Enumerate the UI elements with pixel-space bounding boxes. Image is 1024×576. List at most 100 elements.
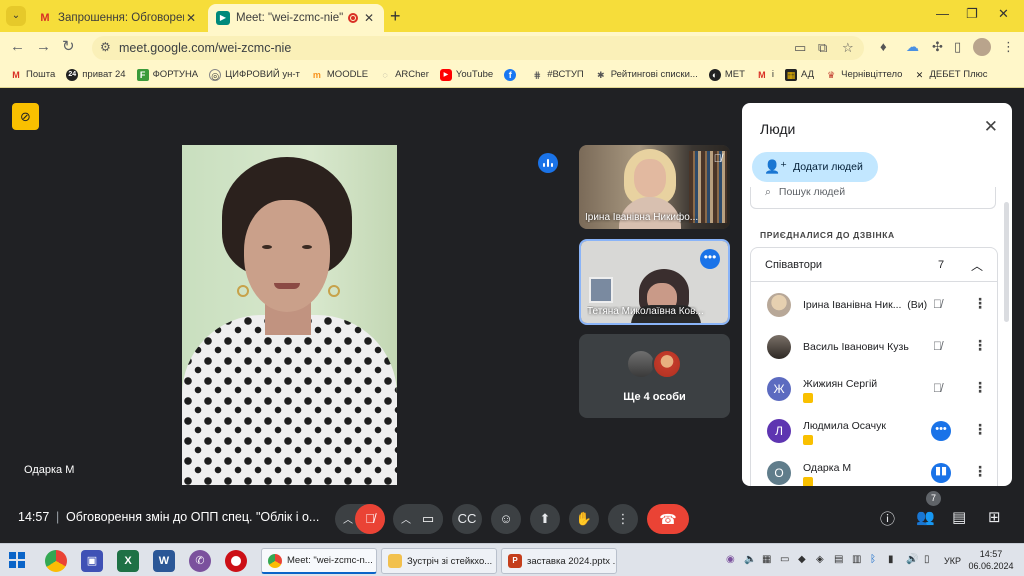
network-tray-icon[interactable]: ▮ [888,554,894,565]
viber-tray-icon[interactable]: ◉ [726,554,735,565]
search-people-input[interactable]: ⌕ Пошук людей [750,187,996,209]
profile-avatar[interactable] [973,38,991,56]
minimize-icon[interactable]: — [936,6,949,21]
people-icon[interactable]: 👥 [916,508,935,526]
mic-off-icon[interactable]: 🎙̸ [933,381,942,395]
more-options-icon[interactable]: ⋮ [608,504,638,534]
antivirus-tray-icon[interactable]: ◆ [798,554,806,565]
bookmark-item[interactable]: ✕ ДЕБЕТ Плюс [913,69,988,81]
system-clock[interactable]: 14:57 06.06.2024 [968,548,1014,572]
chrome-menu-icon[interactable]: ⋮ [1002,39,1015,55]
mic-off-icon[interactable]: 🎙̸ [933,339,942,353]
tab-gmail-invitation[interactable]: M Запрошення: Обговорення зм ✕ [30,4,206,32]
more-options-icon[interactable]: ⋮ [973,421,987,438]
participant-row[interactable]: Василь Іванович Кузь 🎙̸ ⋮ [751,326,997,368]
chat-icon[interactable]: ▤ [952,508,966,526]
bookmark-item[interactable]: f [504,68,520,81]
captions-icon[interactable]: CC [452,504,482,534]
bookmark-item[interactable]: ▶ YouTube [439,68,493,81]
chevron-up-icon[interactable]: ︿ [343,511,353,526]
more-options-icon[interactable]: ⋮ [973,463,987,480]
bookmark-item[interactable]: ♛ Чернівціттело [825,69,902,81]
end-call-icon[interactable]: ☎ [647,504,689,534]
group-header[interactable]: Співавтори 7 ︿ [751,248,997,282]
tab-search-button[interactable]: ⌄ [6,6,26,26]
participant-row[interactable]: Ж Жижиян Сергій 🎙̸ ⋮ [751,368,997,410]
close-icon[interactable]: ✕ [184,11,198,25]
keyboard-tray-icon[interactable]: ▥ [852,554,861,565]
bookmark-item[interactable]: ✱ Рейтингові списки... [595,69,698,81]
speaker-tray-icon[interactable]: 🔊 [906,554,918,565]
close-icon[interactable]: ✕ [984,117,998,137]
translate-icon[interactable]: ⧉ [818,40,827,56]
participant-row[interactable]: Ірина Іванівна Ник... (Ви) 🎙̸ ⋮ [751,284,997,326]
bluetooth-tray-icon[interactable]: ᛒ [870,554,876,565]
chevron-up-icon[interactable]: ︿ [401,511,411,526]
bookmark-item[interactable]: ◎ ЦИФРОВИЙ ун-т [209,68,300,81]
excel-icon[interactable]: X [117,550,139,572]
chevron-up-icon[interactable]: ︿ [971,257,983,274]
add-people-button[interactable]: 👤⁺ Додати людей [752,152,878,182]
bookmark-item[interactable]: Mі [756,69,774,81]
present-screen-icon[interactable]: ⬆ [530,504,560,534]
save-disk-icon[interactable]: ▣ [81,550,103,572]
taskbar-window-powerpoint[interactable]: P заставка 2024.pptx ... [501,548,617,574]
site-info-icon[interactable]: ⚙ [100,40,111,54]
bookmark-item[interactable]: F ФОРТУНА [136,68,198,81]
battery-tray-icon[interactable]: ▯ [924,554,930,565]
panel-scrollbar[interactable] [1004,202,1009,322]
windows-start-icon[interactable] [9,552,25,568]
camera-off-notice-icon[interactable]: ⊘ [12,103,39,130]
bookmark-star-icon[interactable]: ☆ [842,40,854,56]
restore-icon[interactable]: ❐ [966,6,978,22]
raise-hand-icon[interactable]: ✋ [569,504,599,534]
sidebar-panel-icon[interactable]: ▯ [954,39,961,55]
bookmark-item[interactable]: m MOODLE [311,69,368,81]
forward-arrow-icon[interactable]: → [36,38,51,56]
app-tray-icon[interactable]: ▦ [762,554,771,565]
participant-row[interactable]: Л Людмила Осачук ••• ⋮ [751,410,997,452]
volume-tray-icon[interactable]: 🔈 [744,554,756,565]
more-options-icon[interactable]: ⋮ [973,295,987,312]
input-language[interactable]: УКР [944,556,961,566]
cloud-extension-icon[interactable]: ☁ [906,39,919,55]
reload-icon[interactable]: ↻ [62,38,75,56]
emoji-icon[interactable]: ☺ [491,504,521,534]
bookmark-item[interactable]: ◐ МЕТ [708,68,745,81]
mic-off-icon[interactable]: 🎙̸ [933,297,942,311]
more-options-icon[interactable]: ••• [931,421,951,441]
activities-icon[interactable]: ⊞ [988,508,1001,526]
camera-in-use-icon[interactable]: ▭ [794,40,806,56]
bookmark-item[interactable]: ◌ ARCher [379,69,428,81]
participant-tile[interactable]: 🎙̸ Ірина Іванівна Никифо... [579,145,730,229]
bookmark-item[interactable]: 24 приват 24 [66,68,126,81]
bookmark-item[interactable]: ▦ АД [785,68,814,81]
extension-drop-icon[interactable]: ♦ [880,39,887,54]
close-icon[interactable]: ✕ [362,11,376,25]
more-options-icon[interactable]: ••• [700,249,720,269]
camera-icon[interactable]: ▭ [413,504,443,534]
chrome-icon[interactable] [45,550,67,572]
participant-row[interactable]: О Одарка М ▮▮ ⋮ [751,452,997,486]
back-arrow-icon[interactable]: ← [10,38,25,56]
extensions-puzzle-icon[interactable]: ✣ [932,39,943,55]
taskbar-window-folder[interactable]: Зустріч зі стейкхо... [381,548,497,574]
more-participants-tile[interactable]: Ще 4 особи [579,334,730,418]
opera-icon[interactable] [225,550,247,572]
monitor-tray-icon[interactable]: ▭ [780,554,789,565]
main-speaker-video[interactable] [182,145,397,485]
participant-tile[interactable]: ••• Тетяна Миколаївна Ков... [579,239,730,325]
meeting-info-icon[interactable]: ⓘ [880,508,895,529]
new-tab-button[interactable]: + [390,6,401,26]
bookmark-item[interactable]: M Пошта [10,69,55,81]
word-icon[interactable]: W [153,550,175,572]
taskbar-window-meet[interactable]: Meet: "wei-zcmc-n... [261,548,377,574]
bookmark-item[interactable]: ⋕ #ВСТУП [531,69,583,81]
more-options-icon[interactable]: ⋮ [973,337,987,354]
gpu-tray-icon[interactable]: ◈ [816,554,824,565]
more-options-icon[interactable]: ⋮ [973,379,987,396]
mic-off-icon[interactable]: 🎙̸ [355,504,385,534]
tab-meet[interactable]: ▶ Meet: "wei-zcmc-nie" ✕ [208,4,384,32]
viber-icon[interactable]: ✆ [189,550,211,572]
window-close-icon[interactable]: ✕ [998,6,1009,22]
